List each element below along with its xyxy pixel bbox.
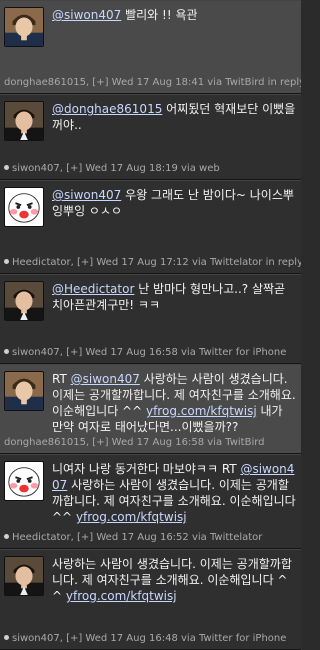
- status-dot-icon: [4, 259, 9, 264]
- tweet-meta: siwon407, [+] Wed 17 Aug 16:48 via Twitt…: [4, 633, 301, 645]
- mention-link[interactable]: @donghae861015: [52, 102, 162, 116]
- tweet-text: @Heedictator 난 밤마다 형만나고..? 살짝곧치아픈관계구만! ㅋ…: [52, 281, 296, 313]
- user-avatar[interactable]: [4, 187, 44, 227]
- meta-text: donghae861015, [+] Wed 17 Aug 16:58 via …: [4, 437, 265, 448]
- user-avatar[interactable]: [4, 461, 44, 501]
- user-avatar[interactable]: [4, 281, 44, 321]
- tweet-item[interactable]: @Heedictator 난 밤마다 형만나고..? 살짝곧치아픈관계구만! ㅋ…: [0, 274, 301, 364]
- url-link[interactable]: yfrog.com/kfqtwisj: [146, 404, 257, 418]
- user-avatar[interactable]: [4, 556, 44, 596]
- status-dot-icon: [4, 165, 9, 170]
- tweet-item[interactable]: @siwon407 빨리와 !! 욕관 donghae861015, [+] W…: [0, 0, 301, 94]
- user-avatar[interactable]: [4, 101, 44, 141]
- tweet-text: @donghae861015 어찌됬던 혁재보단 이뻤을꺼야..: [52, 101, 296, 133]
- tweet-meta: donghae861015, [+] Wed 17 Aug 16:58 via …: [4, 437, 301, 449]
- meta-text: Heedictator, [+] Wed 17 Aug 16:52 via Tw…: [12, 532, 263, 543]
- url-link[interactable]: yfrog.com/kfqtwisj: [76, 510, 187, 524]
- tweet-item[interactable]: @siwon407 우왕 그래도 난 밤이다~ 나이스뿌잉뿌잉 ㅇㅅㅇ Heed…: [0, 180, 301, 274]
- tweet-meta: Heedictator, [+] Wed 17 Aug 17:12 via Tw…: [4, 257, 301, 269]
- url-link[interactable]: yfrog.com/kfqtwisj: [66, 589, 177, 603]
- timeline[interactable]: @siwon407 빨리와 !! 욕관 donghae861015, [+] W…: [0, 0, 301, 650]
- status-dot-icon: [4, 349, 9, 354]
- tweet-prefix: RT: [52, 372, 71, 386]
- status-dot-icon: [4, 635, 9, 640]
- meta-text: siwon407, [+] Wed 17 Aug 16:48 via Twitt…: [12, 633, 287, 644]
- mention-link[interactable]: @Heedictator: [52, 282, 134, 296]
- tweet-meta: siwon407, [+] Wed 17 Aug 16:58 via Twitt…: [4, 347, 301, 359]
- tweet-meta: siwon407, [+] Wed 17 Aug 18:19 via web: [4, 163, 301, 175]
- tweet-item[interactable]: @donghae861015 어찌됬던 혁재보단 이뻤을꺼야.. siwon40…: [0, 94, 301, 180]
- tweet-prefix: 니여자 나랑 동거한다 마보야ㅋㅋ RT: [52, 462, 241, 476]
- mention-link[interactable]: @siwon407: [52, 8, 121, 22]
- tweet-text: @siwon407 우왕 그래도 난 밤이다~ 나이스뿌잉뿌잉 ㅇㅅㅇ: [52, 187, 296, 219]
- user-avatar[interactable]: [4, 371, 44, 411]
- tweet-meta: Heedictator, [+] Wed 17 Aug 16:52 via Tw…: [4, 532, 301, 544]
- meta-text: donghae861015, [+] Wed 17 Aug 18:41 via …: [4, 77, 301, 88]
- meta-text: Heedictator, [+] Wed 17 Aug 17:12 via Tw…: [12, 257, 301, 268]
- tweet-item[interactable]: RT @siwon407 사랑하는 사람이 생겼습니다. 이제는 공개할까합니다…: [0, 364, 301, 454]
- mention-link[interactable]: @siwon407: [52, 188, 121, 202]
- status-dot-icon: [4, 534, 9, 539]
- mention-link[interactable]: @siwon407: [71, 372, 140, 386]
- tweet-text: RT @siwon407 사랑하는 사람이 생겼습니다. 이제는 공개할까합니다…: [52, 371, 296, 435]
- user-avatar[interactable]: [4, 7, 44, 47]
- tweet-text: @siwon407 빨리와 !! 욕관: [52, 7, 296, 23]
- tweet-meta: donghae861015, [+] Wed 17 Aug 18:41 via …: [4, 77, 301, 89]
- tweet-text: 니여자 나랑 동거한다 마보야ㅋㅋ RT @siwon407 사랑하는 사람이 …: [52, 461, 296, 525]
- tweet-text: 사랑하는 사람이 생겼습니다. 이제는 공개할까합니다. 제 여자친구를 소개해…: [52, 556, 296, 604]
- tweet-body: 빨리와 !! 욕관: [121, 8, 198, 22]
- meta-text: siwon407, [+] Wed 17 Aug 18:19 via web: [12, 163, 220, 174]
- meta-text: siwon407, [+] Wed 17 Aug 16:58 via Twitt…: [12, 347, 287, 358]
- tweet-item[interactable]: 니여자 나랑 동거한다 마보야ㅋㅋ RT @siwon407 사랑하는 사람이 …: [0, 454, 301, 549]
- tweet-item[interactable]: 사랑하는 사람이 생겼습니다. 이제는 공개할까합니다. 제 여자친구를 소개해…: [0, 549, 301, 650]
